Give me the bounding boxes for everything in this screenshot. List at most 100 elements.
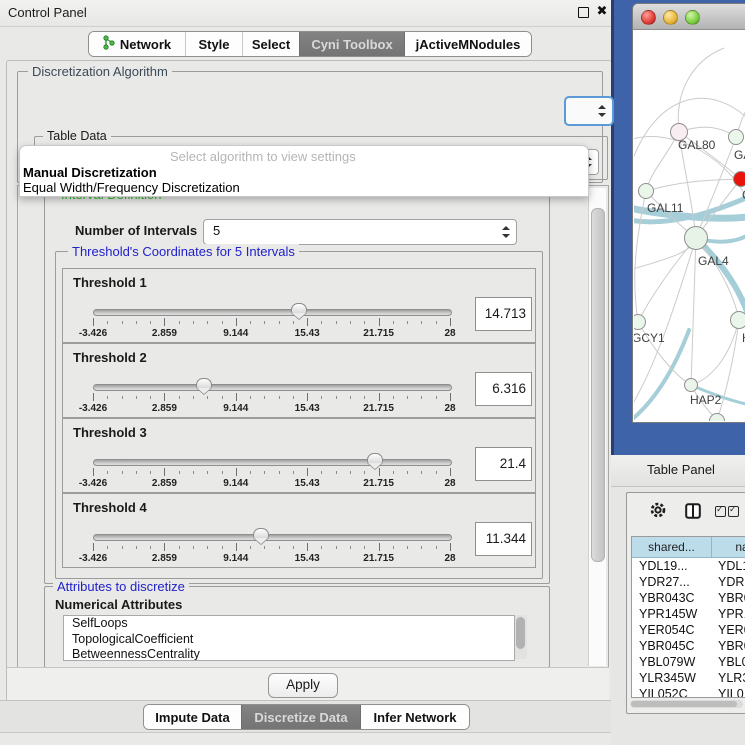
settings-scroll-panel: Interval Definition Number of Intervals …	[17, 185, 609, 669]
cyni-toolbox-panel: Discretization Algorithm Table Data galF…	[6, 60, 612, 702]
threshold-panel: Threshold 2 -3.4262.8599.14415.4321.7152…	[62, 343, 536, 418]
table-row[interactable]: YBR045CYBR0	[632, 638, 745, 654]
column-layout-icon[interactable]	[685, 503, 701, 522]
scrollbar-thumb[interactable]	[591, 208, 605, 562]
table-row[interactable]: YPR145WYPR1	[632, 606, 745, 622]
network-node[interactable]	[730, 311, 745, 329]
table-cell: YBR043C	[632, 590, 711, 606]
right-column: GAL80GACGAL11GAL4GCY1HHAP2 Table Panel	[611, 0, 745, 745]
tab-label: jActiveMNodules	[416, 37, 521, 52]
slider-track[interactable]	[93, 309, 452, 316]
apply-button[interactable]: Apply	[268, 673, 338, 698]
zoom-traffic-light-icon[interactable]	[685, 10, 700, 25]
node-label: GA	[734, 148, 745, 162]
network-node[interactable]	[684, 226, 708, 250]
minimize-traffic-light-icon[interactable]	[663, 10, 678, 25]
number-of-intervals-label: Number of Intervals	[75, 223, 197, 238]
control-panel-tabs: Network Style Select Cyni Toolbox jActiv…	[88, 31, 532, 57]
table-cell: YPR1	[711, 606, 745, 622]
group-title: Attributes to discretize	[53, 579, 189, 594]
network-canvas[interactable]: GAL80GACGAL11GAL4GCY1HHAP2	[634, 30, 745, 421]
number-of-intervals-combobox[interactable]: 5	[203, 219, 517, 245]
float-window-icon[interactable]	[578, 7, 590, 19]
close-icon[interactable]: ✖	[596, 5, 608, 17]
tab-style[interactable]: Style	[185, 32, 242, 56]
table-row[interactable]: YDR27...YDR2	[632, 574, 745, 590]
tab-cyni-toolbox[interactable]: Cyni Toolbox	[299, 32, 404, 56]
menu-item-equal-width-frequency[interactable]: Equal Width/Frequency Discretization	[23, 180, 240, 195]
tab-select[interactable]: Select	[242, 32, 299, 56]
tab-impute-data[interactable]: Impute Data	[144, 705, 241, 729]
group-title: Discretization Algorithm	[28, 64, 172, 79]
threshold-value-field[interactable]: 11.344	[475, 522, 532, 556]
node-label: HAP2	[690, 393, 721, 407]
table-cell: YDR2	[711, 574, 745, 590]
table-row[interactable]: YER054CYER0	[632, 622, 745, 638]
window-title: Control Panel	[8, 5, 87, 20]
table-cell: YER0	[711, 622, 745, 638]
checkbox-icon[interactable]	[728, 506, 739, 517]
apply-row: Apply	[7, 667, 609, 702]
threshold-slider: -3.4262.8599.14415.4321.71528	[93, 530, 450, 564]
slider-tick-labels: -3.4262.8599.14415.4321.71528	[93, 403, 450, 415]
numerical-attributes-list[interactable]: SelfLoopsTopologicalCoefficientBetweenne…	[63, 615, 515, 661]
network-node[interactable]	[638, 183, 654, 199]
table-panel-titlebar: Table Panel	[611, 455, 745, 487]
slider-track[interactable]	[93, 534, 452, 541]
slider-ticks	[93, 468, 450, 477]
tab-label: Style	[198, 37, 229, 52]
tab-label: Network	[120, 37, 171, 52]
list-item[interactable]: SelfLoops	[64, 616, 514, 632]
network-node[interactable]	[728, 129, 744, 145]
table-panel: shared... na YDL19...YDL1YDR27...YDR2YBR…	[626, 492, 745, 714]
panel-vertical-scrollbar[interactable]	[588, 188, 606, 666]
network-node[interactable]	[733, 171, 745, 187]
slider-tick-labels: -3.4262.8599.14415.4321.71528	[93, 328, 450, 340]
table-horizontal-scrollbar[interactable]	[630, 700, 743, 708]
threshold-label: Threshold 3	[73, 425, 147, 440]
threshold-slider: -3.4262.8599.14415.4321.71528	[93, 380, 450, 414]
node-label: GAL11	[647, 201, 683, 215]
threshold-value-field[interactable]: 21.4	[475, 447, 532, 481]
list-item[interactable]: TopologicalCoefficient	[64, 632, 514, 648]
network-icon	[103, 35, 115, 53]
column-header-name[interactable]: na	[712, 537, 745, 558]
table-cell: YBL0	[711, 654, 745, 670]
tab-infer-network[interactable]: Infer Network	[360, 705, 469, 729]
tab-label: Impute Data	[155, 710, 229, 725]
threshold-value-field[interactable]: 6.316	[475, 372, 532, 406]
attributes-to-discretize-group: Attributes to discretize Numerical Attri…	[44, 586, 550, 668]
scrollbar-thumb[interactable]	[516, 617, 525, 649]
table-row[interactable]: YDL19...YDL1	[632, 558, 745, 574]
column-header-shared-name[interactable]: shared...	[632, 537, 712, 558]
tab-discretize-data[interactable]: Discretize Data	[241, 705, 360, 729]
scrollbar-thumb[interactable]	[631, 701, 737, 707]
threshold-value-field[interactable]: 14.713	[475, 297, 532, 331]
tab-label: Select	[252, 37, 290, 52]
table-panel-title: Table Panel	[647, 462, 715, 477]
network-node[interactable]	[684, 378, 698, 392]
table-row[interactable]: YBL079WYBL0	[632, 654, 745, 670]
close-traffic-light-icon[interactable]	[641, 10, 656, 25]
table-row[interactable]: YLR345WYLR3	[632, 670, 745, 686]
settings-gear-icon[interactable]	[649, 501, 667, 522]
cyni-mode-tabs: Impute Data Discretize Data Infer Networ…	[143, 704, 470, 730]
table-cell: YDL1	[711, 558, 745, 574]
tab-network[interactable]: Network	[89, 32, 185, 56]
slider-tick-labels: -3.4262.8599.14415.4321.71528	[93, 478, 450, 490]
slider-track[interactable]	[93, 384, 452, 391]
list-item[interactable]: BetweennessCentrality	[64, 647, 514, 661]
group-title: Table Data	[43, 129, 111, 143]
table-row[interactable]: YBR043CYBR0	[632, 590, 745, 606]
slider-track[interactable]	[93, 459, 452, 466]
table-cell: YDR27...	[632, 574, 711, 590]
tab-jactivemnodules[interactable]: jActiveMNodules	[404, 32, 531, 56]
menu-item-manual-discretization[interactable]: Manual Discretization	[23, 165, 157, 180]
checkbox-icon[interactable]	[715, 506, 726, 517]
threshold-label: Threshold 2	[73, 350, 147, 365]
algorithm-combobox[interactable]	[564, 96, 614, 126]
control-panel-titlebar: Control Panel ✖	[0, 0, 611, 27]
table-row[interactable]: YIL052CYIL0	[632, 686, 745, 697]
attributes-list-scrollbar[interactable]	[515, 615, 527, 659]
threshold-panel: Threshold 4 -3.4262.8599.14415.4321.7152…	[62, 493, 536, 568]
